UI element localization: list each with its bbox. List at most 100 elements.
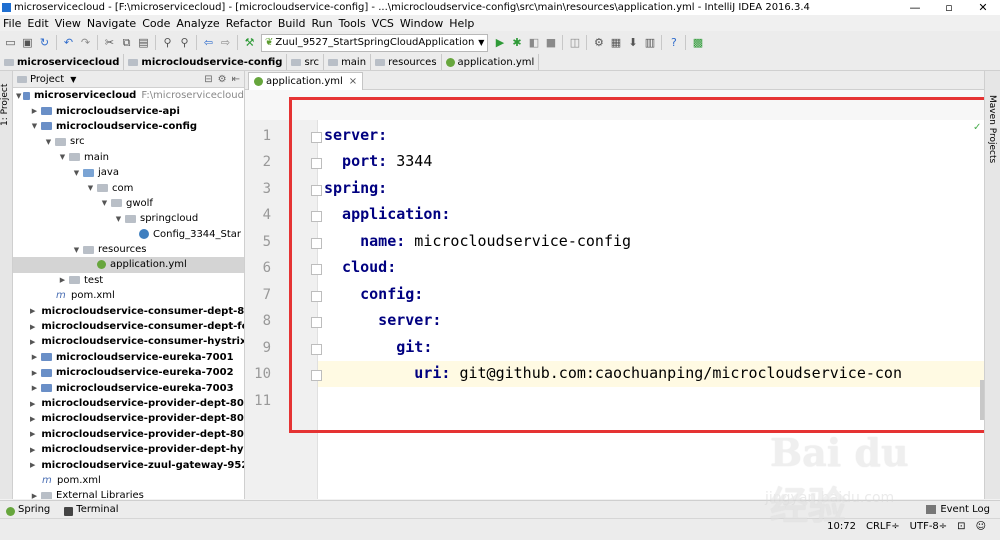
expand-arrow-icon[interactable]: ▼ — [100, 199, 109, 207]
settings-icon[interactable]: ⚙ — [590, 34, 607, 51]
tree-item[interactable]: ▼ microservicecloud F:\microservicecloud — [13, 88, 244, 103]
tree-item[interactable]: ▼ src — [13, 134, 244, 149]
tree-item[interactable]: ▶ microcloudservice-eureka-7003 — [13, 380, 244, 395]
collapse-arrow-icon[interactable]: ▶ — [30, 400, 35, 408]
tree-item[interactable]: ▶ microcloudservice-api — [13, 103, 244, 118]
open-folder-icon[interactable]: ▭ — [2, 34, 19, 51]
close-button[interactable]: ✕ — [966, 0, 1000, 15]
run-icon[interactable]: ▶ — [491, 34, 508, 51]
expand-arrow-icon[interactable]: ▼ — [86, 184, 95, 192]
synchronize-icon[interactable]: ↻ — [36, 34, 53, 51]
fold-marker-icon[interactable] — [311, 158, 322, 169]
tree-item[interactable]: ▶microcloudservice-provider-dept-hystrix… — [13, 442, 244, 457]
tree-item[interactable]: ▶ microcloudservice-provider-dept-8003 — [13, 427, 244, 442]
save-all-icon[interactable]: ▣ — [19, 34, 36, 51]
menu-build[interactable]: Build — [275, 17, 309, 30]
tree-item[interactable]: ▶ External Libraries — [13, 488, 244, 499]
help-icon[interactable]: ? — [665, 34, 682, 51]
hide-icon[interactable]: ⇤ — [232, 74, 240, 85]
menu-view[interactable]: View — [52, 17, 84, 30]
tree-item[interactable]: ▼ springcloud — [13, 211, 244, 226]
menu-run[interactable]: Run — [309, 17, 336, 30]
tree-item[interactable]: ▶ microcloudservice-eureka-7001 — [13, 350, 244, 365]
tree-item[interactable]: ▶ microcloudservice-eureka-7002 — [13, 365, 244, 380]
breadcrumb-main[interactable]: main — [324, 54, 372, 70]
paste-icon[interactable]: ▤ — [135, 34, 152, 51]
terminal-tool-tab[interactable]: Terminal — [58, 504, 126, 516]
menu-help[interactable]: Help — [446, 17, 477, 30]
file-encoding[interactable]: UTF-8÷ — [910, 521, 948, 532]
caret-position[interactable]: 10:72 — [827, 521, 856, 532]
menu-vcs[interactable]: VCS — [369, 17, 397, 30]
cut-icon[interactable]: ✂ — [101, 34, 118, 51]
coverage-icon[interactable]: ◧ — [525, 34, 542, 51]
menu-window[interactable]: Window — [397, 17, 446, 30]
tree-item[interactable]: ▼ com — [13, 180, 244, 195]
tree-item[interactable]: ▶ microcloudservice-provider-dept-8002 — [13, 411, 244, 426]
expand-arrow-icon[interactable]: ▼ — [16, 92, 21, 100]
menu-analyze[interactable]: Analyze — [173, 17, 222, 30]
collapse-arrow-icon[interactable]: ▶ — [30, 353, 39, 361]
tree-item[interactable]: ▶ microcloudservice-consumer-dept-80 — [13, 303, 244, 318]
layout-icon[interactable]: ▥ — [641, 34, 658, 51]
fold-marker-icon[interactable] — [311, 370, 322, 381]
expand-arrow-icon[interactable]: ▼ — [72, 169, 81, 177]
fold-marker-icon[interactable] — [311, 344, 322, 355]
tree-item[interactable]: ▼ resources — [13, 242, 244, 257]
breadcrumb-project[interactable]: microservicecloud — [0, 54, 125, 70]
lock-icon[interactable]: ⊡ — [957, 521, 965, 532]
collapse-arrow-icon[interactable]: ▶ — [30, 461, 35, 469]
fold-marker-icon[interactable] — [311, 132, 322, 143]
stop-icon[interactable]: ■ — [542, 34, 559, 51]
tree-item[interactable]: ▼ gwolf — [13, 196, 244, 211]
build-icon[interactable]: ⚒ — [241, 34, 258, 51]
tree-item[interactable]: m pom.xml — [13, 288, 244, 303]
collapse-arrow-icon[interactable]: ▶ — [30, 107, 39, 115]
tree-item[interactable]: m pom.xml — [13, 473, 244, 488]
breadcrumb-file[interactable]: application.yml — [442, 54, 540, 70]
undo-icon[interactable]: ↶ — [60, 34, 77, 51]
find-icon[interactable]: ⚲ — [159, 34, 176, 51]
collapse-arrow-icon[interactable]: ▶ — [30, 307, 35, 315]
fold-marker-icon[interactable] — [311, 211, 322, 222]
copy-icon[interactable]: ⧉ — [118, 34, 135, 51]
menu-edit[interactable]: Edit — [24, 17, 51, 30]
inspection-icon[interactable]: ☺ — [976, 521, 986, 532]
collapse-arrow-icon[interactable]: ▶ — [30, 492, 39, 499]
fold-marker-icon[interactable] — [311, 185, 322, 196]
tree-item[interactable]: ▼ main — [13, 150, 244, 165]
tab-application-yml[interactable]: application.yml × — [248, 72, 364, 90]
menu-navigate[interactable]: Navigate — [84, 17, 139, 30]
back-icon[interactable]: ⇦ — [200, 34, 217, 51]
tree-item[interactable]: Config_3344_Star — [13, 227, 244, 242]
project-tool-button[interactable]: 1: Project — [0, 75, 12, 135]
maven-projects-tool-button[interactable]: Maven Projects — [987, 95, 997, 163]
expand-arrow-icon[interactable]: ▼ — [30, 122, 39, 130]
expand-arrow-icon[interactable]: ▼ — [44, 138, 53, 146]
run-configuration-select[interactable]: ❦ Zuul_9527_StartSpringCloudApplication … — [261, 33, 489, 52]
sdk-manager-icon[interactable]: ⬇ — [624, 34, 641, 51]
breadcrumb-module[interactable]: microcloudservice-config — [124, 54, 288, 70]
tree-item[interactable]: ▶microcloudservice-consumer-dept-feign-8 — [13, 319, 244, 334]
menu-code[interactable]: Code — [139, 17, 173, 30]
fold-marker-icon[interactable] — [311, 238, 322, 249]
maximize-button[interactable]: ▫ — [932, 0, 966, 15]
fold-marker-icon[interactable] — [311, 291, 322, 302]
breadcrumb-resources[interactable]: resources — [371, 54, 442, 70]
close-tab-icon[interactable]: × — [349, 76, 357, 87]
code-editor[interactable]: 1 2 3 4 5 6 7 8 9 10 11 server: port: 33… — [245, 90, 984, 499]
forward-icon[interactable]: ⇨ — [217, 34, 234, 51]
minimize-button[interactable]: — — [898, 0, 932, 15]
tree-item[interactable]: ▶microcloudservice-consumer-hystrix-dash — [13, 334, 244, 349]
expand-arrow-icon[interactable]: ▼ — [72, 246, 81, 254]
fold-marker-icon[interactable] — [311, 317, 322, 328]
collapse-arrow-icon[interactable]: ▶ — [30, 384, 39, 392]
event-log-button[interactable]: Event Log — [926, 504, 1000, 515]
expand-arrow-icon[interactable]: ▼ — [58, 153, 67, 161]
collapse-arrow-icon[interactable]: ▶ — [30, 430, 35, 438]
menu-refactor[interactable]: Refactor — [223, 17, 275, 30]
redo-icon[interactable]: ↷ — [77, 34, 94, 51]
tree-item[interactable]: ▶ test — [13, 273, 244, 288]
tree-item-selected[interactable]: application.yml — [13, 257, 244, 273]
menu-tools[interactable]: Tools — [336, 17, 369, 30]
